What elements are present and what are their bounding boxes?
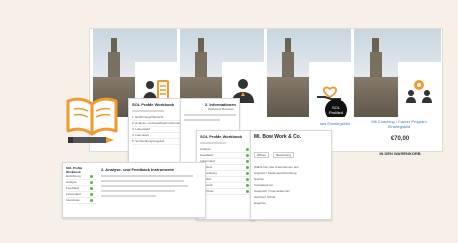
screen5-title: SOL ProMe Workbook: [66, 166, 83, 174]
product-4-title[interactable]: Mit Coaching / Career Program Einstiegsb…: [362, 119, 436, 129]
product-3-title[interactable]: ses Einstiegsbild: [320, 121, 350, 126]
screen5-side-item[interactable]: Interviews: [66, 198, 96, 204]
open-button[interactable]: Öffnen: [254, 152, 269, 158]
screen3-item[interactable]: Abschluss: [200, 189, 252, 195]
book-pencil-icon: [64, 95, 120, 149]
screen1-item[interactable]: 5. Verhandlung/Angebot: [132, 139, 186, 145]
product-4-price: €70,00: [390, 136, 410, 142]
product-card-3[interactable]: SOL ProMed: [267, 29, 351, 117]
solpromed-badge: SOL ProMed: [325, 99, 347, 117]
workbook-screen-5: SOL ProMe Workbook Einführung Analyse Fe…: [62, 162, 206, 218]
screen5-heading: 2. Analyse- und Feedback Instrumente: [101, 167, 174, 172]
workbook-screen-4: Mi. Bow Work & Co. Öffnen Bewertung Wähl…: [250, 130, 332, 220]
add-to-cart-button-4[interactable]: IN DEN WARENKORB: [376, 151, 424, 156]
product-card-4[interactable]: [354, 29, 441, 117]
screen2-subtitle: Workbook Baustein: [208, 107, 234, 111]
group-eye-icon: [397, 62, 441, 117]
detail-line: Ergebnis: [254, 201, 266, 205]
rating-button[interactable]: Bewertung: [273, 152, 294, 158]
screen4-heading: Mi. Bow Work & Co.: [254, 134, 302, 140]
screen1-title: SOL ProMe Workbook: [132, 102, 175, 107]
screen3-title: SOL ProMe Workbook: [200, 134, 243, 139]
